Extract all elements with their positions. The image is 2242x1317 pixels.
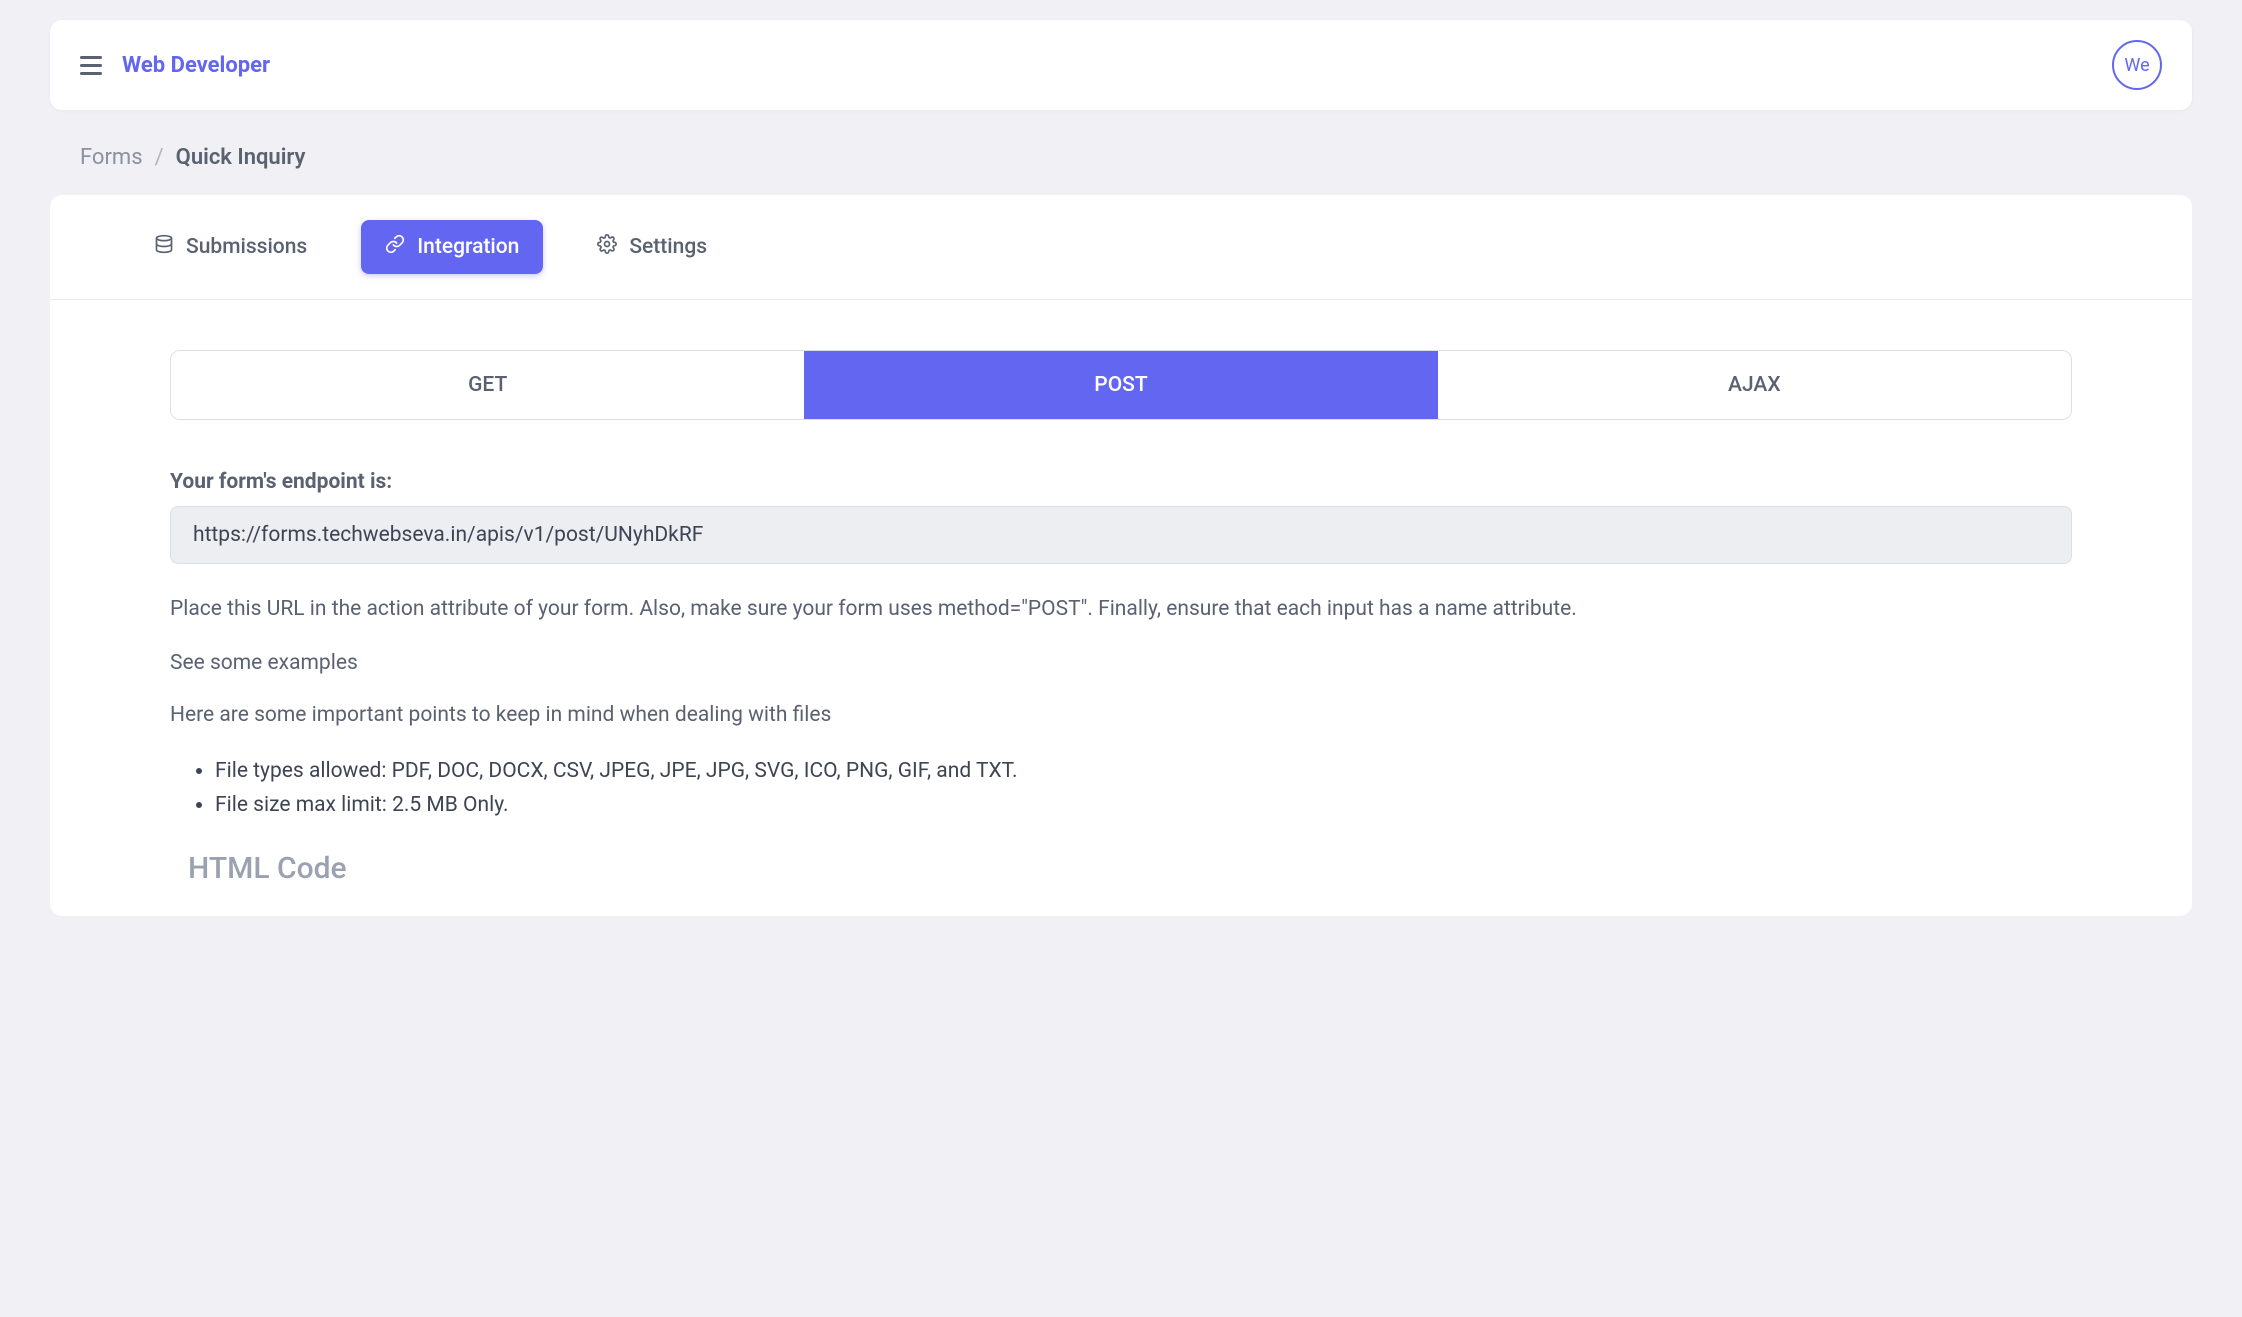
list-item: File types allowed: PDF, DOC, DOCX, CSV,…: [215, 756, 2072, 788]
html-code-heading: HTML Code: [188, 851, 2072, 886]
tab-integration[interactable]: Integration: [361, 220, 543, 274]
tab-settings[interactable]: Settings: [573, 220, 731, 274]
tab-label: Submissions: [186, 235, 307, 259]
menu-icon[interactable]: [80, 56, 102, 75]
method-tab-post[interactable]: POST: [804, 351, 1437, 419]
main-card: Submissions Integration Settings GET: [50, 195, 2192, 916]
description-text: Place this URL in the action attribute o…: [170, 594, 2072, 626]
database-icon: [154, 234, 174, 260]
tabs: Submissions Integration Settings: [50, 195, 2192, 300]
content: GET POST AJAX Your form's endpoint is: h…: [50, 300, 2192, 916]
files-intro: Here are some important points to keep i…: [170, 700, 2072, 732]
tab-label: Settings: [629, 235, 707, 259]
method-tabs: GET POST AJAX: [170, 350, 2072, 420]
list-item: File size max limit: 2.5 MB Only.: [215, 790, 2072, 822]
examples-link[interactable]: See some examples: [170, 651, 2072, 675]
bullets-list: File types allowed: PDF, DOC, DOCX, CSV,…: [215, 756, 2072, 821]
avatar-label: We: [2124, 55, 2149, 76]
tab-submissions[interactable]: Submissions: [130, 220, 331, 274]
breadcrumb-current: Quick Inquiry: [176, 145, 306, 170]
endpoint-url[interactable]: https://forms.techwebseva.in/apis/v1/pos…: [170, 506, 2072, 564]
endpoint-label: Your form's endpoint is:: [170, 470, 2072, 494]
method-tab-ajax[interactable]: AJAX: [1438, 351, 2071, 419]
brand-title[interactable]: Web Developer: [122, 53, 270, 78]
gear-icon: [597, 234, 617, 260]
breadcrumb-root[interactable]: Forms: [80, 145, 143, 170]
method-tab-get[interactable]: GET: [171, 351, 804, 419]
avatar[interactable]: We: [2112, 40, 2162, 90]
breadcrumb-separator: /: [155, 145, 164, 170]
link-icon: [385, 234, 405, 260]
tab-label: Integration: [417, 235, 519, 259]
topbar: Web Developer We: [50, 20, 2192, 110]
topbar-left: Web Developer: [80, 53, 270, 78]
breadcrumb: Forms / Quick Inquiry: [80, 145, 2162, 170]
